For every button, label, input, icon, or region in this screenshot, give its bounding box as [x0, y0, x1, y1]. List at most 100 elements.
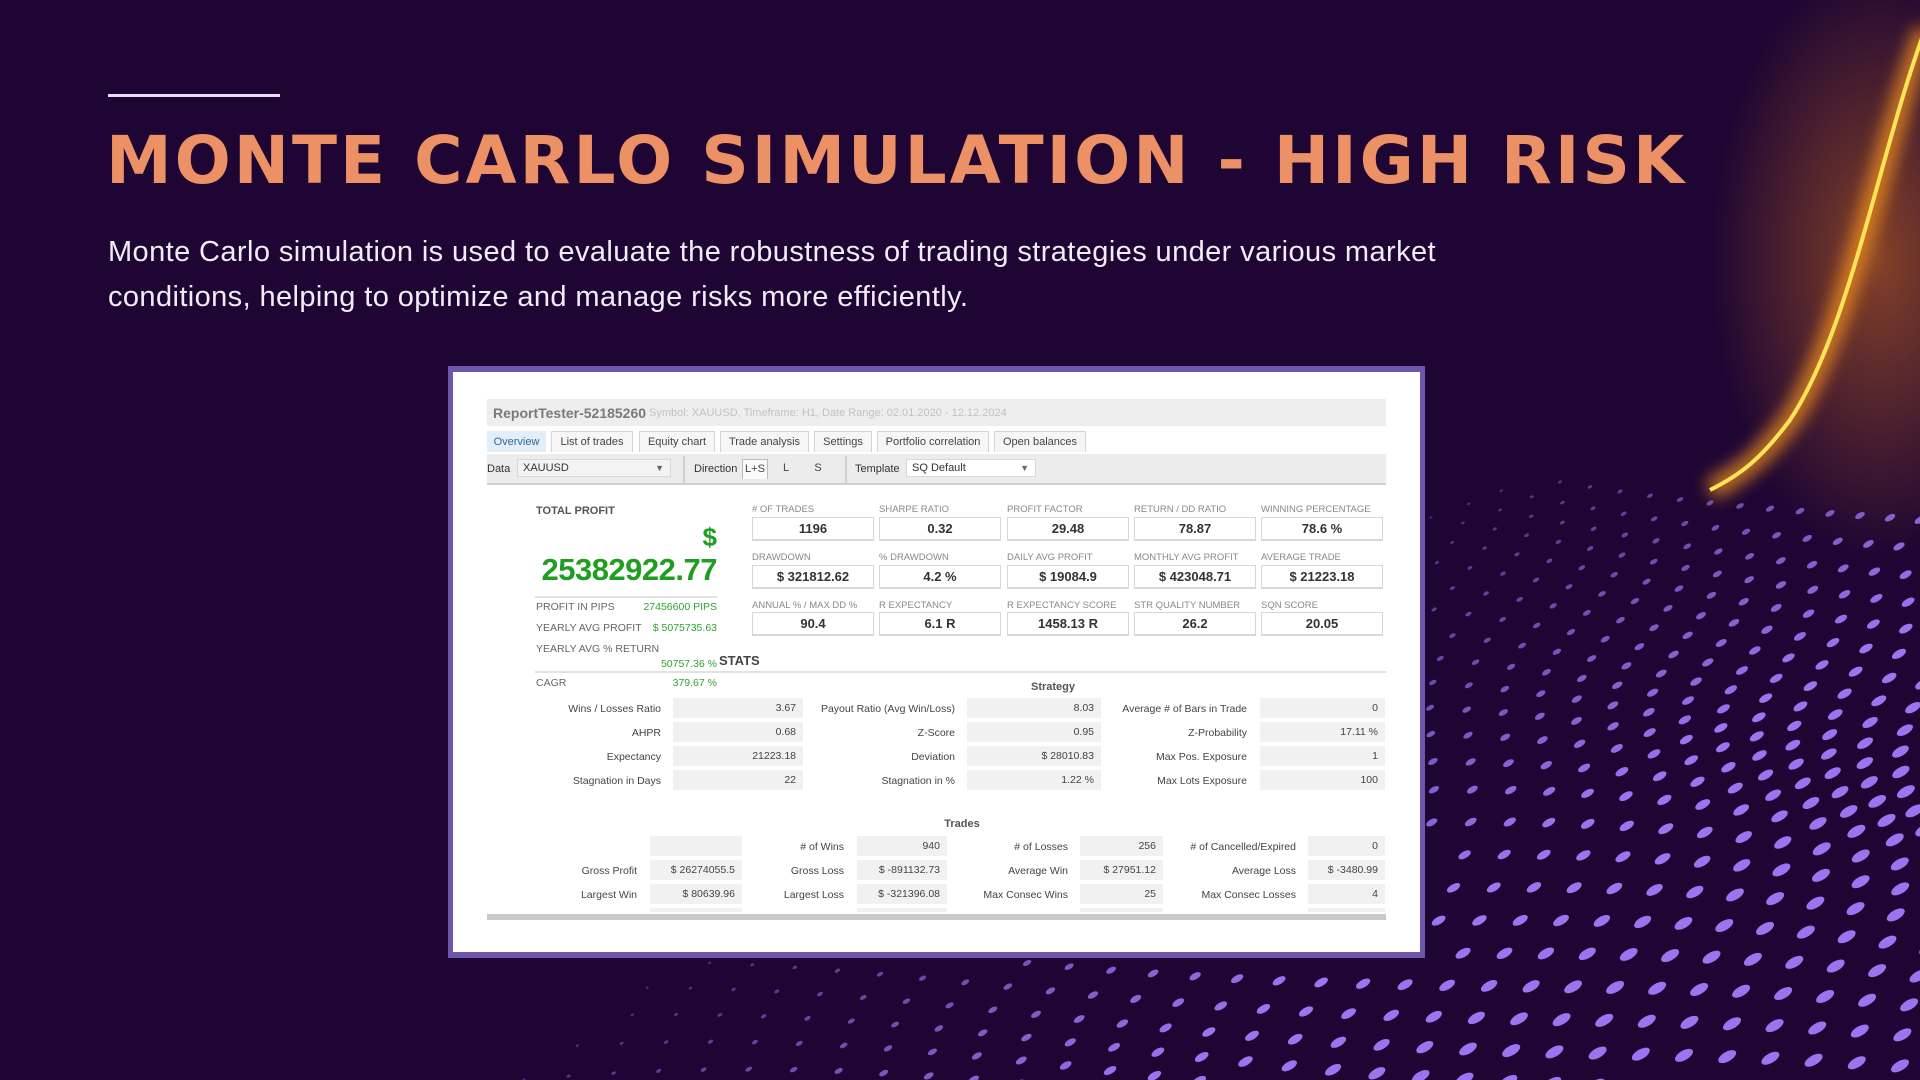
- tab-settings[interactable]: Settings: [814, 431, 872, 452]
- decorative-dot: [1678, 715, 1692, 725]
- decorative-dot: [902, 998, 911, 1004]
- tab-overview[interactable]: Overview: [487, 431, 546, 452]
- tab-portfolio-correlation[interactable]: Portfolio correlation: [877, 431, 989, 452]
- decorative-dot: [1314, 977, 1328, 988]
- decorative-dot: [1891, 648, 1906, 660]
- decorative-dot: [1878, 935, 1897, 949]
- decorative-dot: [1436, 655, 1444, 661]
- decorative-dot: [1600, 635, 1610, 643]
- trades-value: 0: [1308, 836, 1385, 858]
- decorative-dot: [630, 1013, 634, 1017]
- decorative-dot: [1765, 1019, 1784, 1033]
- decorative-dot: [1905, 804, 1920, 818]
- decorative-dot: [745, 1066, 753, 1072]
- direction-long-button[interactable]: L: [779, 459, 793, 479]
- decorative-dot: [1690, 983, 1709, 997]
- decorative-dot: [1802, 796, 1820, 810]
- decorative-dot: [1466, 785, 1478, 794]
- decorative-dot: [1619, 948, 1638, 961]
- decorative-dot: [1782, 653, 1795, 663]
- decorative-dot: [1577, 674, 1587, 682]
- metric-value-sharpe-ratio: 0.32: [879, 517, 1001, 541]
- direction-ls-button[interactable]: L+S: [742, 459, 768, 479]
- decorative-dot: [1647, 688, 1659, 697]
- decorative-dot: [1891, 1059, 1909, 1073]
- decorative-dot: [1905, 701, 1920, 714]
- decorative-dot: [1021, 1033, 1032, 1042]
- decorative-dot: [1621, 662, 1632, 670]
- decorative-dot: [1736, 503, 1744, 509]
- decorative-dot: [1839, 805, 1858, 818]
- decorative-dot: [1536, 849, 1551, 860]
- decorative-dot: [1727, 782, 1743, 794]
- decorative-dot: [1383, 1009, 1399, 1021]
- decorative-dot: [708, 961, 712, 965]
- decorative-dot: [1847, 1056, 1866, 1070]
- decorative-dot: [1512, 914, 1528, 926]
- slide-subtitle: Monte Carlo simulation is used to evalua…: [108, 236, 1436, 313]
- horizontal-scrollbar[interactable]: [487, 914, 1386, 920]
- decorative-dot: [1848, 666, 1863, 677]
- decorative-dot: [1287, 1033, 1303, 1045]
- decorative-dot: [1643, 708, 1655, 717]
- decorative-dot: [1743, 952, 1762, 966]
- decorative-dot: [988, 1006, 998, 1014]
- decorative-dot: [1238, 1056, 1253, 1067]
- decorative-dot: [1715, 919, 1734, 933]
- decorative-dot: [1858, 993, 1877, 1007]
- decorative-dot: [1465, 611, 1472, 617]
- tab-open-balances[interactable]: Open balances: [994, 431, 1086, 452]
- decorative-dot: [1868, 567, 1881, 576]
- decorative-dot: [1661, 949, 1680, 963]
- decorative-dot: [1533, 622, 1541, 629]
- profit-pips-label: PROFIT IN PIPS: [536, 601, 615, 613]
- decorative-dot: [1668, 650, 1679, 659]
- decorative-dot: [1714, 723, 1728, 733]
- decorative-dot: [1774, 987, 1793, 1001]
- decorative-dot: [1802, 609, 1815, 618]
- decorative-dot: [1890, 857, 1909, 871]
- report-title: ReportTester-52185260: [493, 405, 647, 421]
- decorative-dot: [1871, 695, 1887, 707]
- decorative-dot: [1064, 963, 1074, 971]
- slide-title: MONTE CARLO SIMULATION - HIGH RISK: [106, 122, 1688, 199]
- decorative-dot: [1684, 755, 1698, 766]
- decorative-dot: [1503, 759, 1514, 768]
- report-window: ReportTester-52185260 Symbol: XAUUSD, Ti…: [453, 372, 1420, 952]
- decorative-dot: [1449, 586, 1455, 591]
- decorative-dot: [1147, 1070, 1162, 1080]
- template-select[interactable]: SQ Default ▼: [906, 459, 1036, 477]
- decorative-dot: [1634, 915, 1652, 929]
- decorative-dot: [1793, 701, 1808, 712]
- tab-list-of-trades[interactable]: List of trades: [551, 431, 633, 452]
- data-select[interactable]: XAUUSD ▼: [517, 459, 671, 477]
- decorative-dot: [1726, 888, 1744, 902]
- total-profit-value: 25382922.77: [541, 552, 717, 587]
- decorative-dot: [1822, 729, 1838, 741]
- decorative-dot: [1896, 785, 1915, 799]
- decorative-dot: [1159, 1023, 1172, 1033]
- metric-label-monthly-avg-profit: MONTHLY AVG PROFIT: [1134, 552, 1239, 563]
- accent-line: [108, 94, 280, 97]
- decorative-dot: [1775, 581, 1787, 589]
- decorative-dot: [1458, 850, 1471, 860]
- decorative-dot: [1809, 817, 1827, 830]
- strategy-label: Stagnation in %: [881, 775, 955, 787]
- tab-equity-chart[interactable]: Equity chart: [639, 431, 715, 452]
- strategy-value: 3.67: [673, 698, 803, 720]
- metric-value-winning-percentage: 78.6 %: [1261, 517, 1383, 541]
- decorative-dot: [1578, 947, 1596, 961]
- decorative-dot: [834, 1067, 843, 1074]
- decorative-dot: [1696, 612, 1706, 620]
- decorative-dot: [1736, 666, 1748, 675]
- decorative-dot: [1486, 882, 1501, 893]
- decorative-dot: [1510, 1012, 1528, 1026]
- stats-heading: STATS: [719, 653, 760, 668]
- direction-short-button[interactable]: S: [811, 459, 825, 479]
- decorative-dot: [1681, 520, 1689, 527]
- decorative-dot: [859, 994, 867, 1000]
- decorative-dot: [1571, 716, 1582, 725]
- decorative-dot: [1130, 994, 1142, 1004]
- tab-trade-analysis[interactable]: Trade analysis: [720, 431, 809, 452]
- metric-value-of-trades: 1196: [752, 517, 874, 541]
